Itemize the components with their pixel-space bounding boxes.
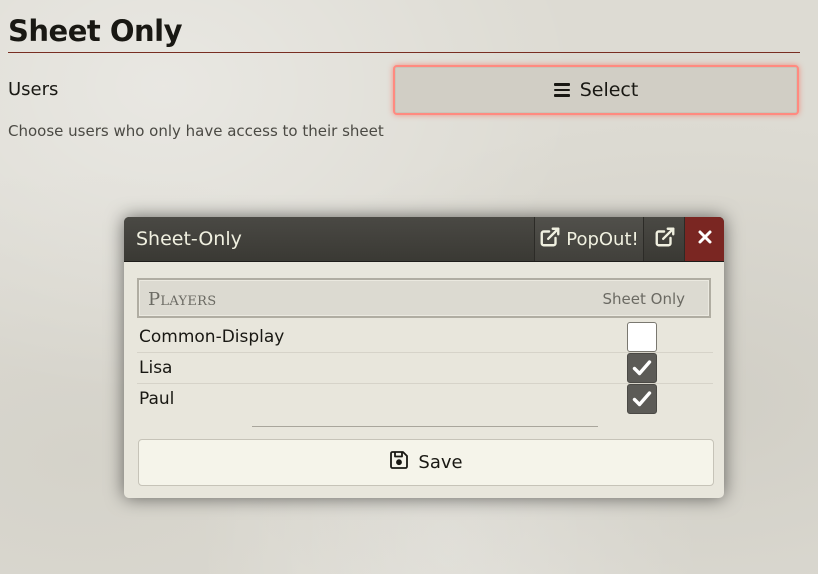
sheet-only-column-header: Sheet Only: [602, 290, 686, 308]
divider: [252, 426, 598, 427]
players-table-header: Players Sheet Only: [137, 278, 711, 318]
open-external-button[interactable]: [645, 217, 685, 261]
dialog-header[interactable]: Sheet-Only PopOut!: [124, 217, 724, 262]
checkmark-icon: [632, 391, 652, 407]
player-row: Lisa: [137, 353, 713, 384]
select-users-button[interactable]: Select: [393, 65, 799, 115]
select-button-label: Select: [579, 79, 639, 101]
player-name: Lisa: [139, 358, 173, 378]
player-row: Common-Display: [137, 322, 713, 353]
popout-button[interactable]: PopOut!: [534, 217, 644, 261]
player-name: Common-Display: [139, 327, 285, 347]
users-label: Users: [8, 79, 59, 100]
players-column-header: Players: [148, 289, 217, 310]
page-title: Sheet Only: [8, 12, 800, 53]
player-row: Paul: [137, 384, 713, 415]
users-hint: Choose users who only have access to the…: [8, 122, 384, 140]
sheet-only-checkbox[interactable]: [627, 384, 657, 414]
sheet-only-checkbox[interactable]: [627, 322, 657, 352]
checkmark-icon: [632, 360, 652, 376]
bars-icon: [553, 83, 570, 97]
players-list: Common-Display Lisa Paul: [137, 322, 713, 415]
player-name: Paul: [139, 389, 175, 409]
popout-label: PopOut!: [566, 228, 639, 250]
external-link-icon: [654, 226, 676, 252]
close-button[interactable]: [685, 217, 724, 261]
save-label: Save: [418, 452, 463, 473]
external-link-icon: [539, 226, 561, 253]
dialog-title: Sheet-Only: [136, 228, 242, 250]
sheet-only-dialog: Sheet-Only PopOut! Players Sheet Only Co…: [124, 217, 724, 498]
close-icon: [697, 229, 713, 249]
sheet-only-checkbox[interactable]: [627, 353, 657, 383]
floppy-disk-icon: [389, 450, 409, 475]
save-button[interactable]: Save: [138, 439, 714, 486]
